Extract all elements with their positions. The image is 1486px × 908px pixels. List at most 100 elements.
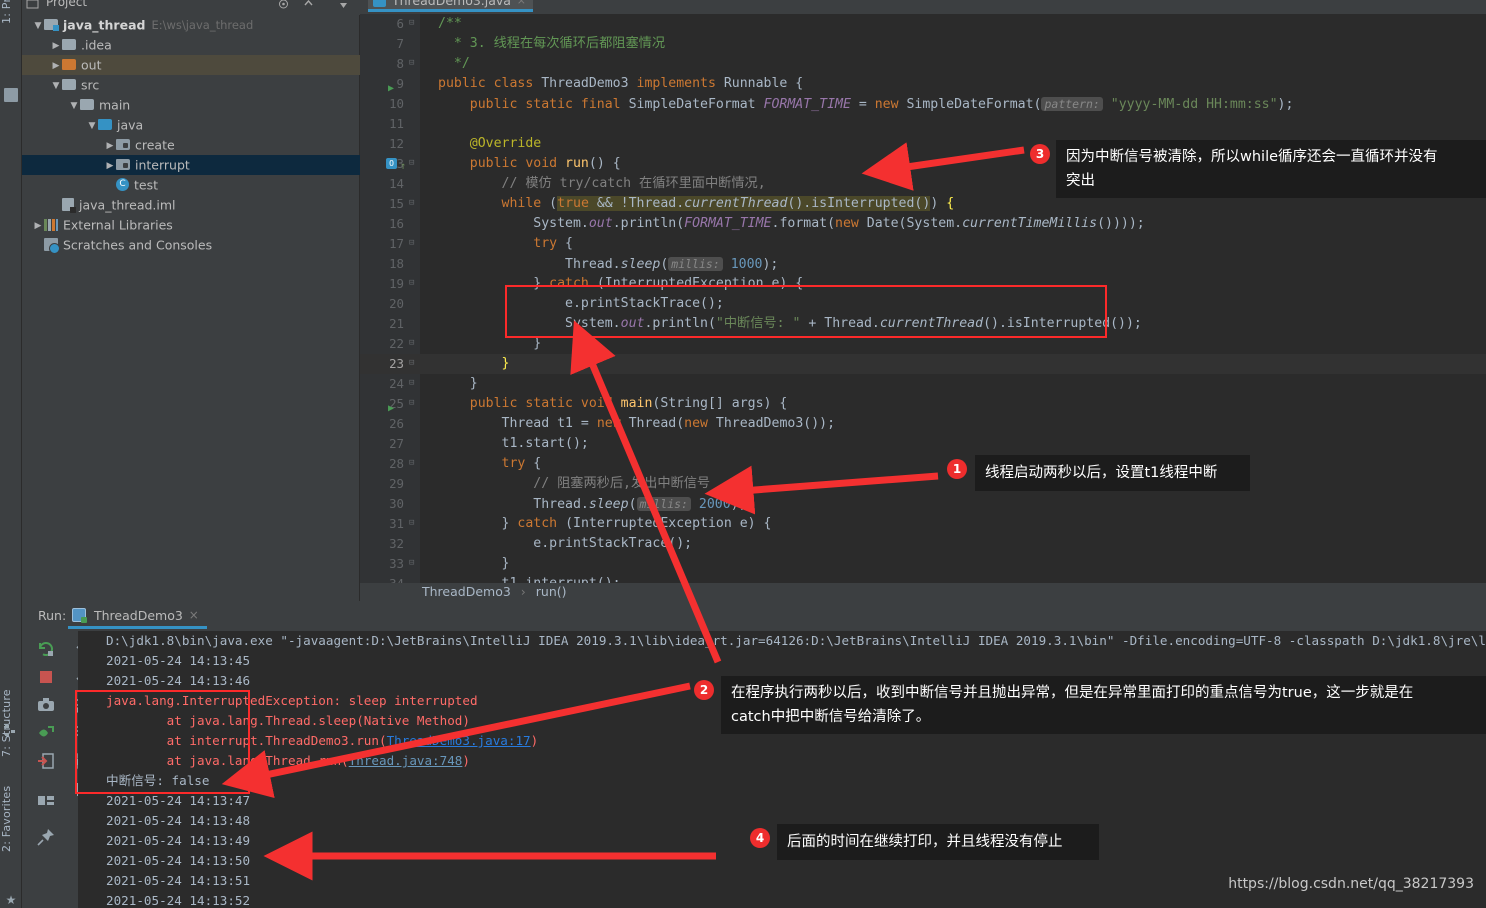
code-line[interactable]: 31 ⊟ } catch (InterruptedException e) { [360, 514, 1486, 534]
code-fold-icon[interactable]: ⊟ [409, 359, 418, 368]
tree-item-java-thread-iml[interactable]: java_thread.iml [22, 195, 360, 215]
run-tab-threaddemo3[interactable]: ThreadDemo3 × [68, 602, 207, 629]
tree-item-test[interactable]: Ctest [22, 175, 360, 195]
code-fold-icon[interactable]: ⊟ [409, 19, 418, 28]
code-line[interactable]: 26 Thread t1 = new Thread(new ThreadDemo… [360, 414, 1486, 434]
dump-threads-icon[interactable] [36, 723, 56, 743]
pin-icon[interactable] [36, 827, 56, 847]
annotation-badge-4: 4 [750, 828, 770, 848]
breadcrumb-class[interactable]: ThreadDemo3 [422, 584, 511, 599]
tree-item-src[interactable]: ▼ src [22, 75, 360, 95]
tree-item-scratches-and-consoles[interactable]: Scratches and Consoles [22, 235, 360, 255]
code-fold-icon[interactable]: ⊟ [409, 559, 418, 568]
tree-item-path: E:\ws\java_thread [151, 18, 254, 32]
code-line[interactable]: 29 // 阻塞两秒后,发出中断信号 [360, 474, 1486, 494]
editor-tab-threaddemo3[interactable]: ThreadDemo3.java × [368, 0, 533, 12]
sidebar-strip-favorites[interactable]: 2: Favorites [0, 762, 22, 852]
chevron-down-icon[interactable]: ▼ [86, 116, 98, 136]
code-fold-icon[interactable]: ⊟ [409, 339, 418, 348]
folder-icon[interactable] [4, 88, 18, 102]
code-fold-icon[interactable]: ⊟ [409, 459, 418, 468]
locate-icon[interactable] [277, 0, 290, 9]
code-line[interactable]: 9 ▶ public class ThreadDemo3 implements Ru… [360, 74, 1486, 94]
override-gutter-icon[interactable]: O [386, 158, 397, 169]
annotation-badge-1: 1 [947, 459, 967, 479]
tree-item-interrupt[interactable]: ▶ interrupt [22, 155, 360, 175]
code-line[interactable]: 28 ⊟ try { [360, 454, 1486, 474]
chevron-right-icon[interactable]: ▶ [32, 216, 44, 236]
console-line[interactable]: 2021-05-24 14:13:52 [78, 891, 1486, 908]
chevron-right-icon[interactable]: ▶ [50, 36, 62, 56]
tree-item-java[interactable]: ▼ java [22, 115, 360, 135]
breadcrumb-method[interactable]: run() [536, 584, 567, 599]
login-icon[interactable] [36, 751, 56, 771]
line-number: 30 [389, 496, 404, 511]
star-icon[interactable]: ★ [4, 893, 18, 907]
sidebar-strip-project[interactable]: 1: Project [0, 0, 22, 24]
chevron-down-icon[interactable]: ▼ [32, 16, 44, 36]
chevron-right-icon[interactable]: ▶ [104, 136, 116, 156]
code-line[interactable]: 6 ⊟ /** [360, 14, 1486, 34]
tree-item-label: src [81, 77, 100, 93]
breadcrumb[interactable]: ThreadDemo3 › run() [360, 583, 1486, 601]
code-line[interactable]: 33 ⊟ } [360, 554, 1486, 574]
chevron-down-icon[interactable]: ▼ [50, 76, 62, 96]
tree-item-out[interactable]: ▶ out [22, 55, 360, 75]
code-fold-icon[interactable]: ⊟ [409, 159, 418, 168]
chevron-right-icon[interactable]: ▶ [50, 56, 62, 76]
editor-tab-label: ThreadDemo3.java [392, 0, 511, 8]
code-line[interactable]: 25 ▶ ⊟ public static void main(String[] ar… [360, 394, 1486, 414]
line-number: 24 [389, 376, 404, 391]
console-line[interactable]: D:\jdk1.8\bin\java.exe "-javaagent:D:\Je… [78, 631, 1486, 651]
layout-icon[interactable] [36, 791, 56, 811]
tree-item-java-thread[interactable]: ▼ java_thread E:\ws\java_thread [22, 15, 360, 35]
console-line[interactable]: 中断信号: false [78, 771, 1486, 791]
chevron-down-icon[interactable]: ▼ [68, 96, 80, 116]
code-line[interactable]: 16 System.out.println(FORMAT_TIME.format… [360, 214, 1486, 234]
code-line[interactable]: 23 ⊟ } [360, 354, 1486, 374]
close-icon[interactable]: × [517, 0, 526, 12]
code-line[interactable]: 27 t1.start(); [360, 434, 1486, 454]
tree-item-main[interactable]: ▼ main [22, 95, 360, 115]
collapse-all-icon[interactable] [302, 0, 315, 9]
console-line[interactable]: at java.lang.Thread.run(Thread.java:748) [78, 751, 1486, 771]
line-number: 28 [389, 456, 404, 471]
stop-icon[interactable] [36, 667, 56, 687]
code-line[interactable]: 18 Thread.sleep(millis: 1000); [360, 254, 1486, 274]
console-output[interactable]: D:\jdk1.8\bin\java.exe "-javaagent:D:\Je… [78, 631, 1486, 908]
code-line[interactable]: 10 public static final SimpleDateFormat … [360, 94, 1486, 114]
tree-item-create[interactable]: ▶ create [22, 135, 360, 155]
code-line[interactable]: 17 ⊟ try { [360, 234, 1486, 254]
line-number: 20 [389, 296, 404, 311]
structure-icon[interactable] [4, 722, 18, 736]
code-fold-icon[interactable]: ⊟ [409, 239, 418, 248]
tree-item--idea[interactable]: ▶ .idea [22, 35, 360, 55]
run-config-icon [72, 608, 87, 623]
console-line[interactable]: 2021-05-24 14:13:47 [78, 791, 1486, 811]
code-fold-icon[interactable]: ⊟ [409, 59, 418, 68]
rerun-icon[interactable] [36, 639, 56, 659]
close-icon[interactable]: × [189, 602, 199, 629]
annotation-text-3: 因为中断信号被清除，所以while循序还会一直循环并没有 突出 [1056, 140, 1486, 198]
code-line[interactable]: 30 Thread.sleep(millis: 2000); [360, 494, 1486, 514]
code-fold-icon[interactable]: ⊟ [409, 379, 418, 388]
code-fold-icon[interactable]: ⊟ [409, 199, 418, 208]
code-line[interactable]: 7 * 3. 线程在每次循环后都阻塞情况 [360, 34, 1486, 54]
console-line[interactable]: 2021-05-24 14:13:45 [78, 651, 1486, 671]
settings-gear-icon[interactable] [337, 0, 350, 9]
tree-item-external-libraries[interactable]: ▶ External Libraries [22, 215, 360, 235]
code-fold-icon[interactable]: ⊟ [409, 399, 418, 408]
code-line[interactable]: 11 [360, 114, 1486, 134]
console-line[interactable]: at interrupt.ThreadDemo3.run(ThreadDemo3… [78, 731, 1486, 751]
sidebar-strip-structure[interactable]: 7: Structure [0, 662, 22, 757]
line-number: 18 [389, 256, 404, 271]
code-fold-icon[interactable]: ⊟ [409, 519, 418, 528]
project-tree[interactable]: ▼ java_thread E:\ws\java_thread ▶ .idea ▶ out ▼… [22, 15, 360, 255]
code-line[interactable]: 32 e.printStackTrace(); [360, 534, 1486, 554]
code-text: } catch (InterruptedException e) { [501, 516, 772, 531]
code-fold-icon[interactable]: ⊟ [409, 279, 418, 288]
chevron-right-icon[interactable]: ▶ [104, 156, 116, 176]
code-line[interactable]: 24 ⊟ } [360, 374, 1486, 394]
code-line[interactable]: 8 ⊟ */ [360, 54, 1486, 74]
camera-icon[interactable] [36, 695, 56, 715]
